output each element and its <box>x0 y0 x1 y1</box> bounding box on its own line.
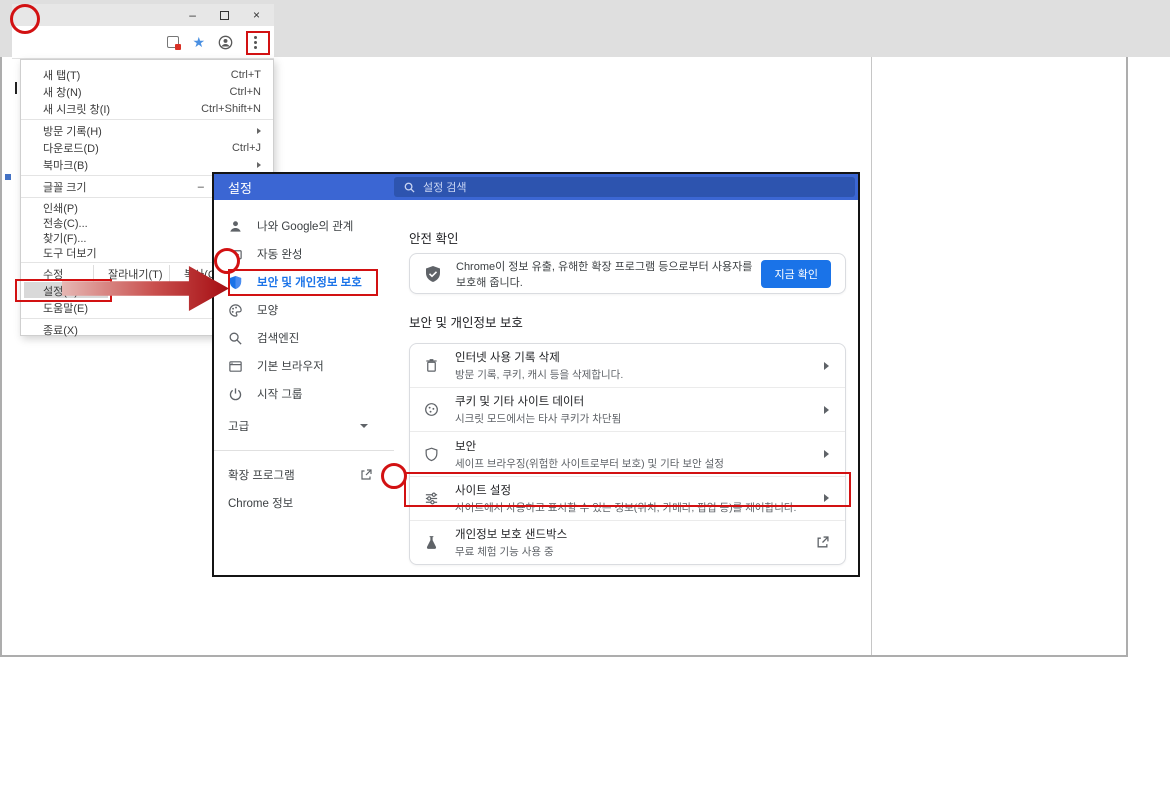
sidebar-item-search-engine[interactable]: 검색엔진 <box>214 324 394 352</box>
search-placeholder: 설정 검색 <box>423 179 467 195</box>
annotation-box-menu-button <box>246 31 270 55</box>
safety-check-heading: 안전 확인 <box>409 228 458 247</box>
shield-check-icon <box>424 265 442 283</box>
menu-item-bookmarks[interactable]: 북마크(B) <box>21 156 273 173</box>
annotation-circle-titlebar <box>10 4 40 34</box>
magnifier-icon <box>228 331 243 346</box>
annotation-box-site-settings <box>404 472 851 507</box>
safety-check-text: Chrome이 정보 유출, 유해한 확장 프로그램 등으로부터 사용자를 보호… <box>456 258 761 290</box>
search-icon <box>404 182 415 193</box>
sidebar-item-about-chrome[interactable]: Chrome 정보 <box>214 489 394 517</box>
menu-item-downloads[interactable]: 다운로드(D)Ctrl+J <box>21 139 273 156</box>
submenu-arrow-icon <box>257 128 261 134</box>
chevron-right-icon <box>824 450 829 458</box>
row-security[interactable]: 보안세이프 브라우징(위험한 사이트로부터 보호) 및 기타 보안 설정 <box>410 431 845 475</box>
person-icon <box>228 219 243 234</box>
extension-icon[interactable] <box>167 36 179 48</box>
settings-main: 안전 확인 Chrome이 정보 유출, 유해한 확장 프로그램 등으로부터 사… <box>394 200 858 575</box>
menu-item-history[interactable]: 방문 기록(H) <box>21 122 273 139</box>
menu-item-new-tab[interactable]: 새 탭(T)Ctrl+T <box>21 66 273 83</box>
trash-icon <box>424 358 439 373</box>
bookmark-star-icon[interactable]: ★ <box>192 35 205 49</box>
column-divider <box>871 2 872 655</box>
zoom-out-button[interactable]: – <box>198 181 204 193</box>
sidebar-item-advanced[interactable]: 고급 <box>214 412 394 440</box>
slide-content-box: – × ★ 새 탭(T)Ctrl+T 새 창(N)Ctrl+N 새 시크릿 창(… <box>0 0 1128 657</box>
sidebar-divider <box>214 450 394 451</box>
cookie-icon <box>424 402 439 417</box>
settings-header: 설정 설정 검색 <box>214 174 858 200</box>
chevron-right-icon <box>824 362 829 370</box>
chevron-down-icon <box>360 424 368 428</box>
sidebar-item-appearance[interactable]: 모양 <box>214 296 394 324</box>
browser-titlebar: – × <box>12 4 274 26</box>
sidebar-item-extensions[interactable]: 확장 프로그램 <box>214 461 394 489</box>
menu-item-incognito[interactable]: 새 시크릿 창(I)Ctrl+Shift+N <box>21 100 273 117</box>
text-cursor-artifact <box>15 82 17 94</box>
browser-icon <box>228 359 243 374</box>
extension-alert-badge <box>175 44 181 50</box>
shield-outline-icon <box>424 447 439 462</box>
sidebar-item-you-and-google[interactable]: 나와 Google의 관계 <box>214 212 394 240</box>
sidebar-item-default-browser[interactable]: 기본 브라우저 <box>214 352 394 380</box>
check-now-button[interactable]: 지금 확인 <box>761 260 831 288</box>
privacy-security-heading: 보안 및 개인정보 보호 <box>409 312 523 331</box>
close-button[interactable]: × <box>253 9 260 21</box>
menu-item-new-window[interactable]: 새 창(N)Ctrl+N <box>21 83 273 100</box>
external-link-icon <box>360 469 372 481</box>
flask-icon <box>424 535 439 550</box>
external-link-icon[interactable] <box>816 536 829 549</box>
menu-divider <box>21 119 273 120</box>
chrome-settings-panel: 설정 설정 검색 나와 Google의 관계 자동 완성 <box>212 172 860 577</box>
row-privacy-sandbox[interactable]: 개인정보 보호 샌드박스무료 체험 기능 사용 중 <box>410 520 845 564</box>
profile-icon[interactable] <box>218 35 233 50</box>
power-icon <box>228 387 243 402</box>
bullet-artifact <box>5 174 11 180</box>
privacy-security-card: 인터넷 사용 기록 삭제방문 기록, 쿠키, 캐시 등을 삭제합니다. 쿠키 및… <box>409 343 846 565</box>
settings-sidebar: 나와 Google의 관계 자동 완성 보안 및 개인정보 보호 <box>214 200 394 575</box>
browser-toolbar: ★ <box>12 26 274 59</box>
safety-check-card: Chrome이 정보 유출, 유해한 확장 프로그램 등으로부터 사용자를 보호… <box>409 253 846 294</box>
row-clear-browsing-data[interactable]: 인터넷 사용 기록 삭제방문 기록, 쿠키, 캐시 등을 삭제합니다. <box>410 344 845 387</box>
annotation-box-privacy-security <box>228 269 378 296</box>
submenu-arrow-icon <box>257 162 261 168</box>
sidebar-item-autofill[interactable]: 자동 완성 <box>214 240 394 268</box>
settings-search-input[interactable]: 설정 검색 <box>394 177 855 197</box>
palette-icon <box>228 303 243 318</box>
settings-page-title: 설정 <box>214 178 252 197</box>
browser-window: – × ★ <box>12 4 274 59</box>
row-cookies[interactable]: 쿠키 및 기타 사이트 데이터시크릿 모드에서는 타사 쿠키가 차단됨 <box>410 387 845 431</box>
restore-button[interactable] <box>220 11 229 20</box>
minimize-button[interactable]: – <box>189 9 196 21</box>
chevron-right-icon <box>824 406 829 414</box>
sidebar-item-on-startup[interactable]: 시작 그룹 <box>214 380 394 408</box>
